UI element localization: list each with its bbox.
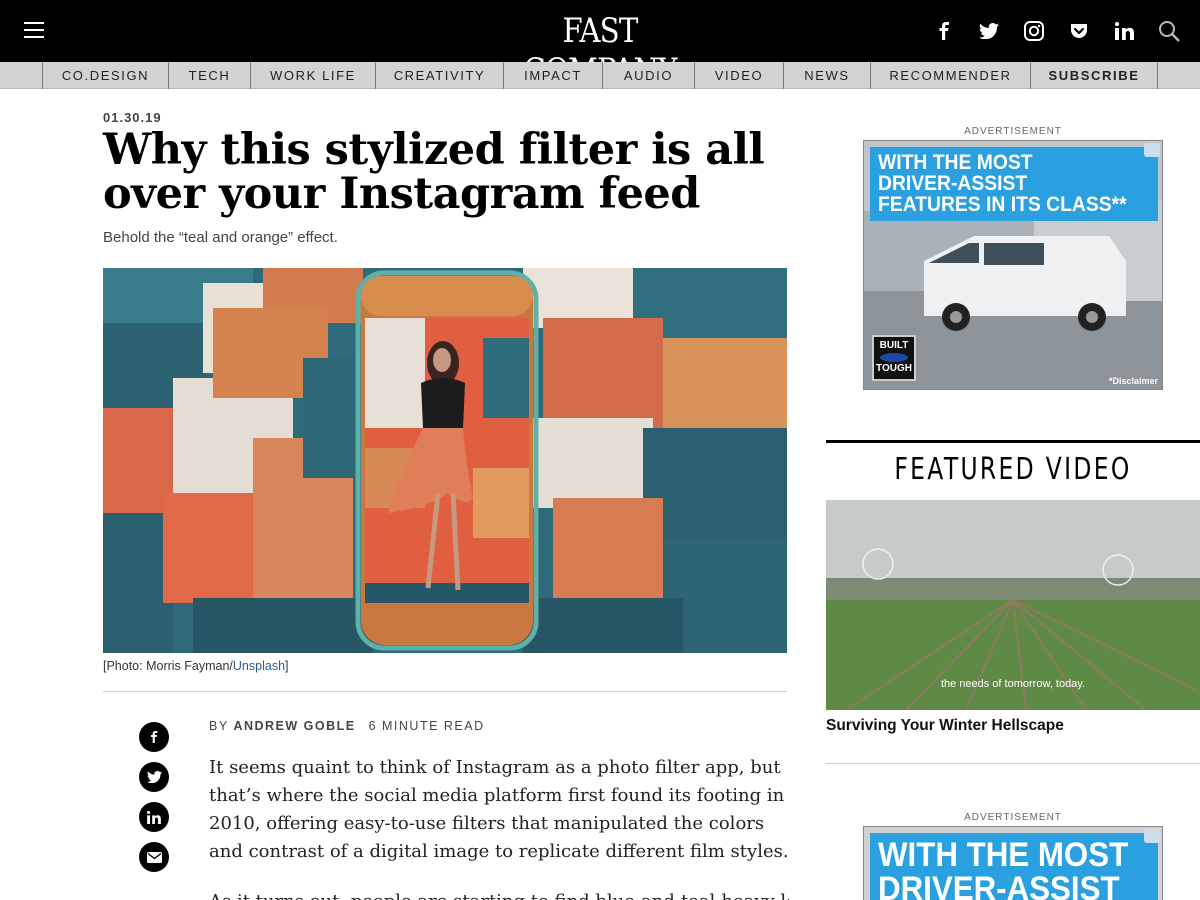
ad-label-2: ADVERTISEMENT: [964, 812, 1062, 823]
nav-item-creativity[interactable]: CREATIVITY: [376, 62, 504, 89]
ad-label: ADVERTISEMENT: [964, 126, 1062, 137]
article-paragraph-1: It seems quaint to think of Instagram as…: [209, 757, 789, 862]
share-linkedin-icon[interactable]: [139, 802, 169, 832]
nav-item-work-life[interactable]: WORK LIFE: [251, 62, 376, 89]
nav-item-news[interactable]: NEWS: [784, 62, 871, 89]
caption-suffix: ]: [285, 659, 289, 673]
byline-prefix: BY: [209, 719, 229, 733]
share-email-icon[interactable]: [139, 842, 169, 872]
read-time: 6 MINUTE READ: [368, 719, 485, 733]
ad-headline: WITH THE MOST DRIVER-ASSIST FEATURES IN …: [870, 147, 1158, 221]
ad-line-2: DRIVER-ASSIST: [878, 172, 1028, 195]
ad-disclaimer: *Disclaimer: [1108, 376, 1158, 386]
nav-item-subscribe[interactable]: SUBSCRIBE: [1031, 62, 1158, 89]
featured-video-caption[interactable]: Surviving Your Winter Hellscape: [826, 717, 1064, 735]
built-tough-badge: BUILT TOUGH: [872, 335, 916, 381]
facebook-icon[interactable]: [931, 18, 957, 44]
nav-item-video[interactable]: VIDEO: [695, 62, 784, 89]
ad2-headline: WITH THE MOST DRIVER-ASSIST: [870, 833, 1158, 900]
ad-line-3: FEATURES IN ITS CLASS**: [878, 193, 1127, 216]
share-twitter-icon[interactable]: [139, 762, 169, 792]
featured-video-divider: [826, 763, 1200, 764]
adchoices-icon[interactable]: [1144, 143, 1160, 157]
ad-line-1: WITH THE MOST: [878, 151, 1033, 174]
featured-video-rule: [826, 440, 1200, 443]
nav-item-recommender[interactable]: RECOMMENDER: [871, 62, 1031, 89]
ad2-line-2: DRIVER-ASSIST: [878, 870, 1120, 900]
nav-item-tech[interactable]: TECH: [169, 62, 251, 89]
caption-link-unsplash[interactable]: Unsplash: [233, 659, 285, 673]
badge-top: BUILT: [879, 340, 909, 351]
section-nav: CO.DESIGN TECH WORK LIFE CREATIVITY IMPA…: [0, 62, 1200, 89]
video-subtitle: the needs of tomorrow, today.: [940, 678, 1086, 690]
article-paragraph-2: As it turns out, people are starting to …: [209, 888, 789, 900]
hero-caption: [Photo: Morris Fayman/Unsplash]: [103, 659, 289, 673]
badge-bottom: TOUGH: [876, 363, 912, 374]
caption-text: [Photo: Morris Fayman/: [103, 659, 233, 673]
sidebar-ad-2[interactable]: WITH THE MOST DRIVER-ASSIST: [863, 826, 1163, 900]
byline: BY ANDREW GOBLE 6 MINUTE READ: [209, 719, 485, 733]
share-buttons: [139, 722, 169, 882]
article-date: 01.30.19: [103, 110, 162, 125]
hero-image: [103, 268, 787, 653]
adchoices-icon-2[interactable]: [1144, 829, 1160, 843]
nav-item-audio[interactable]: AUDIO: [603, 62, 695, 89]
twitter-icon[interactable]: [976, 18, 1002, 44]
ad2-line-1: WITH THE MOST: [878, 836, 1129, 874]
linkedin-icon[interactable]: [1111, 18, 1137, 44]
share-facebook-icon[interactable]: [139, 722, 169, 752]
nav-item-impact[interactable]: IMPACT: [504, 62, 603, 89]
search-icon[interactable]: [1156, 18, 1182, 44]
nav-item-codesign[interactable]: CO.DESIGN: [43, 62, 169, 89]
header-social-links: [912, 16, 1182, 46]
article-dek: Behold the “teal and orange” effect.: [103, 229, 338, 246]
sidebar-ad[interactable]: WITH THE MOST DRIVER-ASSIST FEATURES IN …: [863, 140, 1163, 390]
divider: [103, 691, 787, 692]
article-headline: Why this stylized filter is all over you…: [103, 125, 765, 219]
pocket-icon[interactable]: [1066, 18, 1092, 44]
featured-video-title: FEATURED VIDEO: [894, 452, 1132, 487]
hamburger-menu-icon[interactable]: [24, 22, 44, 40]
instagram-icon[interactable]: [1021, 18, 1047, 44]
ford-oval-icon: [880, 353, 908, 362]
author-link[interactable]: ANDREW GOBLE: [233, 719, 355, 733]
site-header: FAST COMPANY: [0, 0, 1200, 91]
